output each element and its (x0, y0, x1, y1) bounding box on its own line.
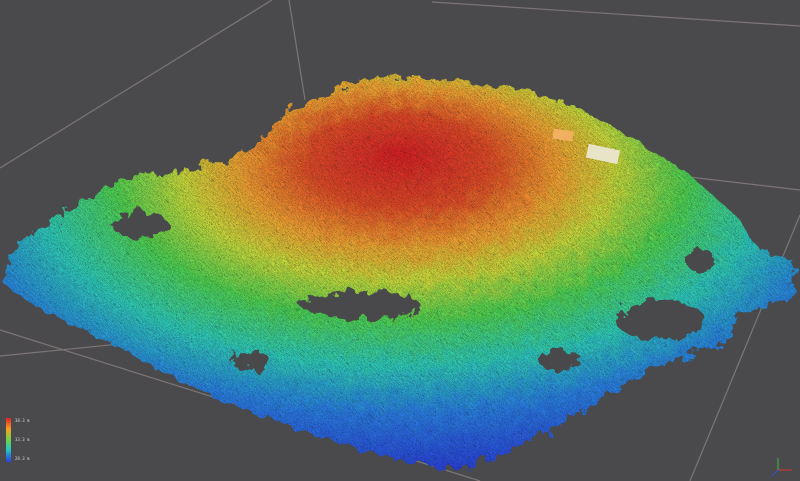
scalar-field-legend: 38.3 m 33.3 m 28.3 m (6, 418, 46, 462)
legend-min-label: 28.3 m (15, 456, 30, 461)
terrain-speckle (5, 75, 795, 470)
grid-line (0, 0, 273, 169)
color-scale-bar (6, 418, 11, 462)
legend-max-label: 38.3 m (15, 418, 30, 423)
grid-line (288, 0, 306, 101)
axis-tripod-icon (771, 458, 792, 477)
legend-mid-label: 33.3 m (15, 437, 30, 442)
grid-line (431, 1, 800, 27)
point-cloud-viewport[interactable] (0, 0, 800, 481)
